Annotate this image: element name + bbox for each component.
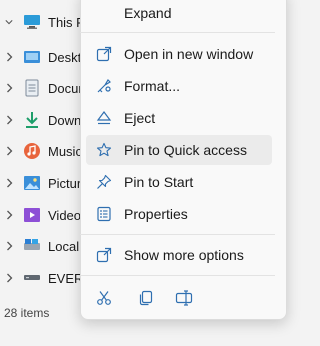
menu-item-label: Open in new window bbox=[124, 46, 254, 62]
nav-item-drive[interactable]: EVERG bbox=[0, 262, 94, 294]
chevron-right-icon[interactable] bbox=[5, 145, 13, 157]
menu-item-label: Pin to Quick access bbox=[124, 142, 247, 158]
chevron-right-icon[interactable] bbox=[5, 209, 13, 221]
navigation-pane: This PC Deskto Docun Downl Music Picture… bbox=[0, 0, 94, 346]
status-item-count: 28 items bbox=[4, 306, 50, 320]
nav-item-pictures[interactable]: Picture bbox=[0, 167, 90, 199]
menu-item-label: Eject bbox=[124, 110, 156, 126]
chevron-right-icon[interactable] bbox=[5, 114, 13, 126]
documents-folder-icon bbox=[22, 78, 42, 98]
nav-item-desktop[interactable]: Deskto bbox=[0, 41, 90, 73]
menu-item-pin-to-quick-access[interactable]: Pin to Quick access bbox=[86, 135, 272, 165]
menu-separator bbox=[80, 32, 275, 33]
menu-item-label: Expand bbox=[124, 5, 172, 21]
local-disk-icon bbox=[22, 236, 42, 256]
menu-item-properties[interactable]: Properties bbox=[86, 199, 272, 229]
desktop-folder-icon bbox=[22, 47, 42, 67]
videos-icon bbox=[22, 205, 42, 225]
nav-item-this-pc[interactable]: This PC bbox=[0, 6, 94, 38]
drive-icon bbox=[22, 268, 42, 288]
menu-item-show-more-options[interactable]: Show more options bbox=[86, 240, 272, 270]
cut-icon[interactable] bbox=[94, 288, 114, 308]
pictures-icon bbox=[22, 173, 42, 193]
music-icon bbox=[22, 141, 42, 161]
nav-item-downloads[interactable]: Downl bbox=[0, 104, 90, 136]
menu-item-open-in-new-window[interactable]: Open in new window bbox=[86, 39, 272, 69]
rename-icon[interactable] bbox=[174, 288, 194, 308]
downloads-arrow-icon bbox=[22, 110, 42, 130]
chevron-down-icon[interactable] bbox=[5, 16, 13, 28]
menu-item-label: Pin to Start bbox=[124, 174, 194, 190]
chevron-right-icon[interactable] bbox=[5, 272, 13, 284]
pin-icon bbox=[94, 172, 114, 192]
menu-item-label: Format... bbox=[124, 78, 181, 94]
menu-item-pin-to-start[interactable]: Pin to Start bbox=[86, 167, 272, 197]
monitor-icon bbox=[22, 12, 42, 32]
menu-item-format[interactable]: Format... bbox=[86, 71, 272, 101]
star-icon bbox=[94, 140, 114, 160]
menu-item-expand[interactable]: Expand bbox=[86, 0, 272, 28]
nav-item-label: Downl bbox=[48, 112, 85, 128]
show-more-options-icon bbox=[94, 245, 114, 265]
nav-item-videos[interactable]: Videos bbox=[0, 199, 90, 231]
menu-separator bbox=[80, 234, 275, 235]
nav-item-label: Music bbox=[48, 143, 82, 159]
chevron-right-icon[interactable] bbox=[5, 51, 13, 63]
nav-item-local-disk[interactable]: Local I bbox=[0, 230, 90, 262]
nav-item-music[interactable]: Music bbox=[0, 135, 90, 167]
copy-icon[interactable] bbox=[136, 288, 156, 308]
format-icon bbox=[94, 76, 114, 96]
menu-item-eject[interactable]: Eject bbox=[86, 103, 272, 133]
menu-item-label: Show more options bbox=[124, 247, 244, 263]
chevron-right-icon[interactable] bbox=[5, 240, 13, 252]
eject-icon bbox=[94, 108, 114, 128]
menu-separator bbox=[80, 275, 275, 276]
chevron-right-icon[interactable] bbox=[5, 82, 13, 94]
open-in-new-window-icon bbox=[94, 44, 114, 64]
chevron-right-icon[interactable] bbox=[5, 177, 13, 189]
menu-item-label: Properties bbox=[124, 206, 188, 222]
nav-item-documents[interactable]: Docun bbox=[0, 72, 90, 104]
properties-icon bbox=[94, 204, 114, 224]
